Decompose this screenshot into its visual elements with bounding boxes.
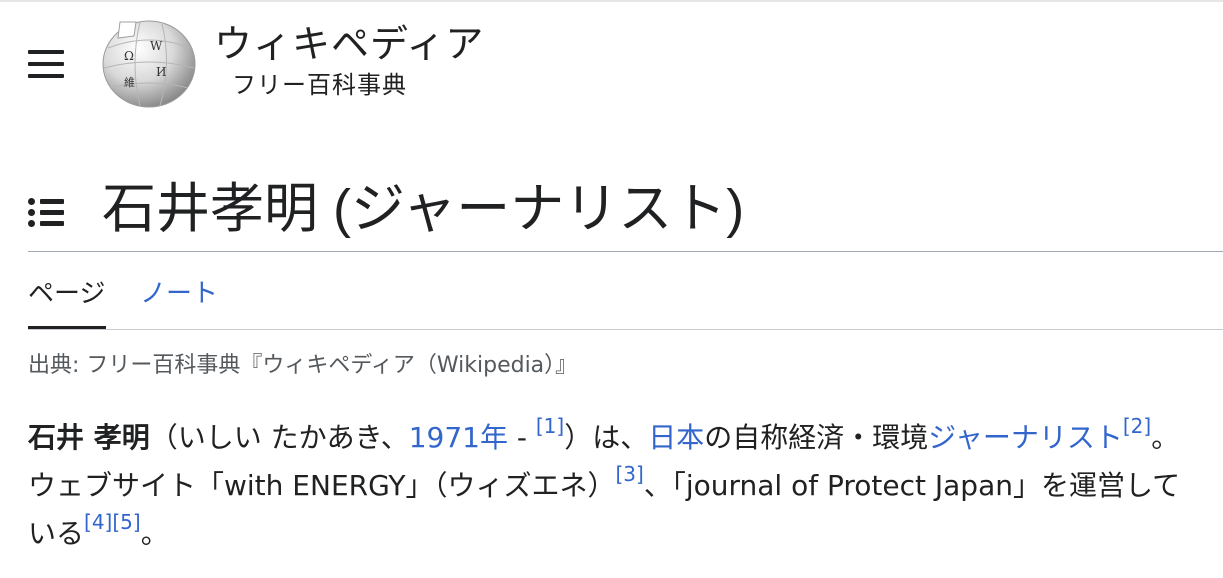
reference-3: [3] — [616, 462, 644, 486]
site-tagline: フリー百科事典 — [232, 71, 407, 99]
after-ref-text: ）は、 — [564, 421, 649, 454]
journalist-link[interactable]: ジャーナリスト — [928, 421, 1123, 454]
main-menu-button[interactable] — [28, 50, 64, 80]
dash-text: - — [507, 421, 536, 454]
self-described-text: の自称経済・環境 — [704, 421, 929, 454]
article-lead-paragraph: 石井 孝明（いしい たかあき、1971年 - [1]）は、日本の自称経済・環境ジ… — [28, 414, 1198, 558]
globe-glyph: И — [156, 65, 166, 79]
tab-page[interactable]: ページ — [28, 276, 105, 312]
tabs-divider — [28, 329, 1223, 330]
reference-2-link[interactable]: [2] — [1123, 414, 1151, 438]
page-title: 石井孝明 (ジャーナリスト) — [102, 179, 745, 239]
reference-4: [4] — [84, 510, 112, 534]
globe-glyph: Ω — [124, 49, 134, 63]
reference-1: [1] — [536, 414, 564, 438]
reference-5: [5] — [112, 510, 140, 534]
reading-text: （いしい たかあき、 — [149, 421, 409, 454]
menu-icon-bar — [28, 50, 64, 54]
menu-icon-bar — [28, 74, 64, 78]
subject-name: 石井 孝明 — [28, 421, 150, 454]
toc-icon-dot — [28, 220, 35, 227]
birth-year-link[interactable]: 1971年 — [409, 421, 508, 454]
table-of-contents-icon[interactable] — [28, 196, 68, 227]
site-wordmark[interactable]: ウィキペディア — [214, 22, 484, 66]
reference-2: [2] — [1123, 414, 1151, 438]
title-divider — [28, 251, 1223, 252]
reference-5-link[interactable]: [5] — [112, 510, 140, 534]
toc-icon-bar — [40, 221, 64, 226]
tab-talk[interactable]: ノート — [140, 276, 218, 312]
reference-3-link[interactable]: [3] — [616, 462, 644, 486]
sentence-end: 。 — [140, 517, 169, 550]
toc-icon-bar — [40, 199, 64, 204]
globe-glyph: W — [150, 39, 163, 53]
country-link[interactable]: 日本 — [648, 421, 704, 454]
toc-icon-bar — [40, 210, 64, 215]
reference-1-link[interactable]: [1] — [536, 414, 564, 438]
menu-icon-bar — [28, 62, 64, 66]
toc-icon-dot — [28, 198, 35, 205]
reference-4-link[interactable]: [4] — [84, 510, 112, 534]
globe-glyph: 維 — [124, 76, 135, 89]
toc-icon-dot — [28, 209, 35, 216]
top-edge — [0, 0, 1223, 2]
source-line: 出典: フリー百科事典『ウィキペディア（Wikipedia）』 — [28, 353, 578, 378]
wikipedia-globe-logo[interactable]: Ω W 維 И — [100, 18, 198, 108]
